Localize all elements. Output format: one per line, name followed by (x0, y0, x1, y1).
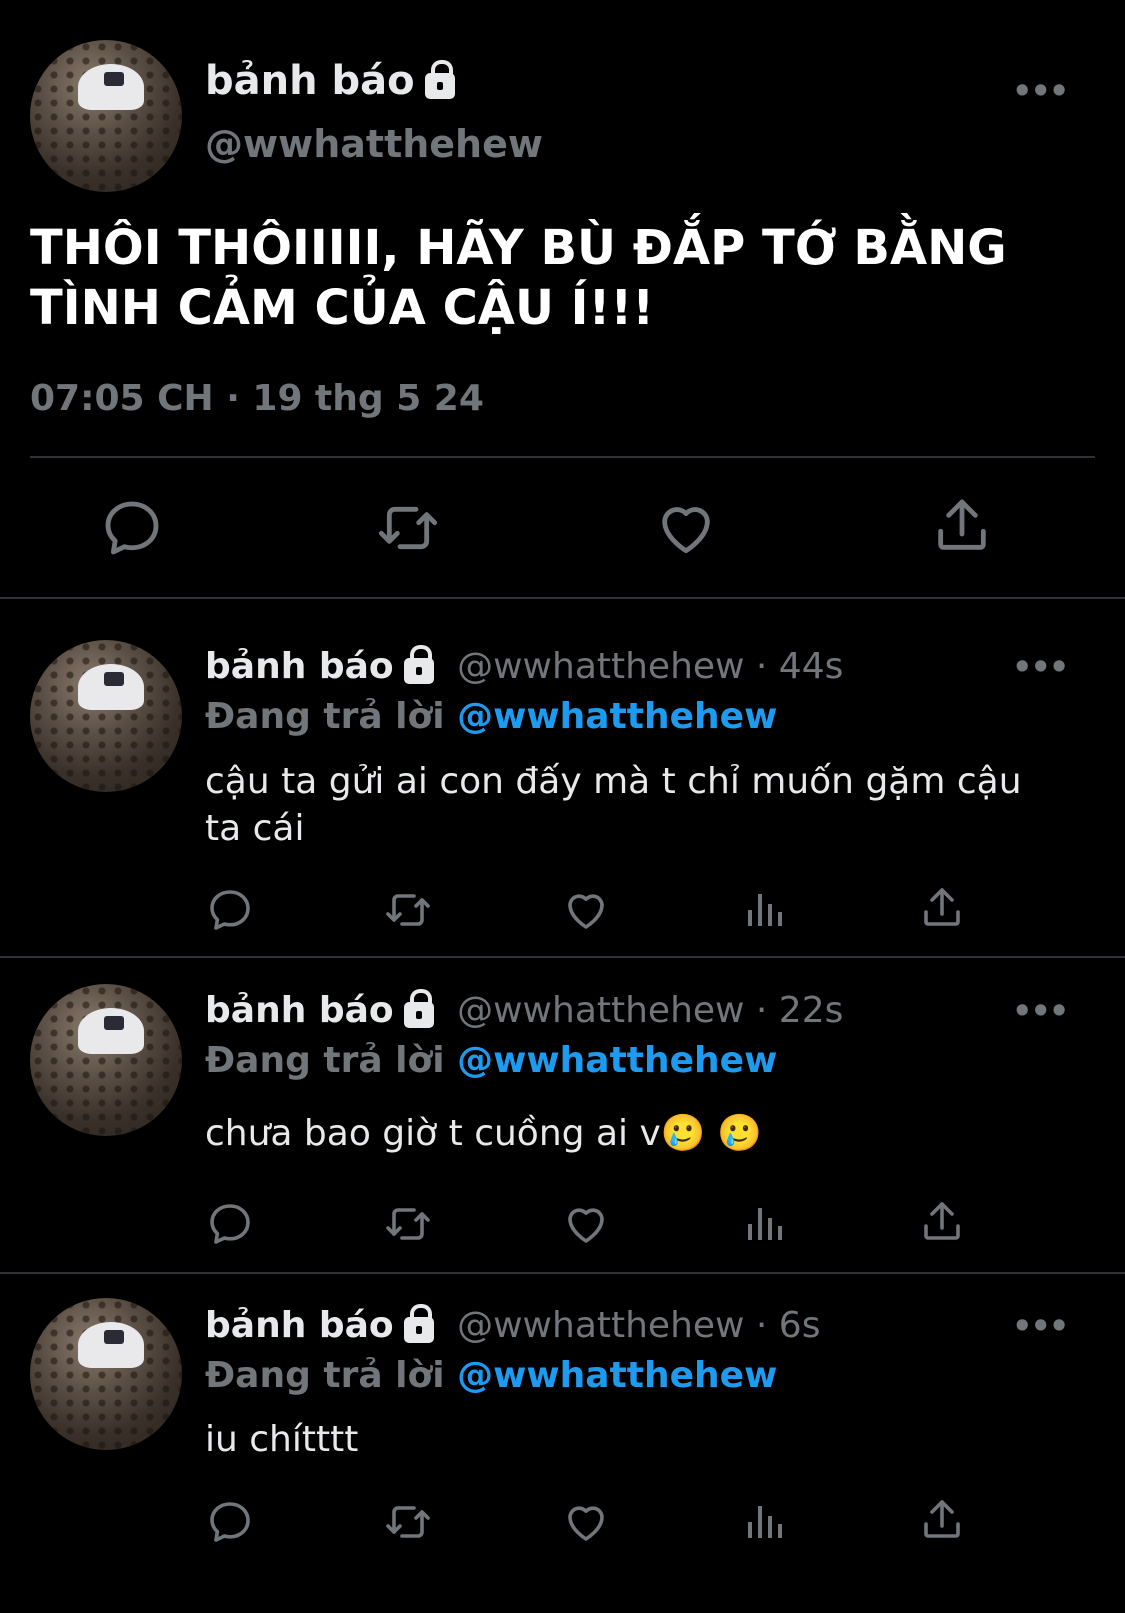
share-icon[interactable] (918, 1496, 966, 1544)
replying-to: Đang trả lời @wwhatthehew (205, 1040, 778, 1081)
more-icon[interactable]: ••• (1012, 1307, 1069, 1345)
divider (0, 1272, 1125, 1274)
analytics-icon[interactable] (740, 886, 788, 934)
tweet-text: cậu ta gửi ai con đấy mà t chỉ muốn gặm … (205, 761, 1022, 849)
retweet-icon[interactable] (382, 1498, 434, 1546)
avatar[interactable] (30, 40, 182, 192)
lock-icon (424, 60, 455, 99)
analytics-icon[interactable] (740, 1498, 788, 1546)
reply-icon[interactable] (206, 886, 254, 934)
avatar[interactable] (30, 984, 182, 1136)
like-icon[interactable] (562, 1498, 610, 1546)
handle[interactable]: @wwhatthehew (205, 122, 543, 166)
display-name[interactable]: bảnh báo (205, 1305, 394, 1346)
tweet-text: THÔI THÔIIIII, HÃY BÙ ĐẮP TỚ BẰNG TÌNH C… (30, 220, 1007, 336)
mention-link[interactable]: @wwhatthehew (457, 1040, 777, 1081)
mention-link[interactable]: @wwhatthehew (457, 696, 777, 737)
handle-time[interactable]: @wwhatthehew · 22s (457, 990, 843, 1031)
replying-to: Đang trả lời @wwhatthehew (205, 1355, 778, 1396)
analytics-icon[interactable] (740, 1200, 788, 1248)
retweet-icon[interactable] (382, 1200, 434, 1248)
reply-icon[interactable] (206, 1200, 254, 1248)
more-icon[interactable]: ••• (1012, 992, 1069, 1030)
tweet-text: iu chítttt (205, 1419, 359, 1460)
like-icon[interactable] (562, 886, 610, 934)
retweet-icon[interactable] (382, 886, 434, 934)
reply-icon[interactable] (100, 496, 164, 560)
mention-link[interactable]: @wwhatthehew (457, 1355, 777, 1396)
divider (0, 956, 1125, 958)
timestamp[interactable]: 07:05 CH · 19 thg 5 24 (30, 378, 484, 419)
handle-time[interactable]: @wwhatthehew · 6s (457, 1305, 820, 1346)
more-icon[interactable]: ••• (1012, 72, 1069, 110)
tweet-header: bảnh báo @wwhatthehew · 22s (205, 989, 843, 1031)
tweet-text: chưa bao giờ t cuồng ai v🥲 🥲 (205, 1113, 762, 1154)
display-name[interactable]: bảnh báo (205, 990, 394, 1031)
replying-to: Đang trả lời @wwhatthehew (205, 696, 778, 737)
share-icon[interactable] (918, 884, 966, 932)
divider (0, 597, 1125, 599)
divider (30, 456, 1095, 458)
display-name[interactable]: bảnh báo (205, 58, 455, 104)
avatar[interactable] (30, 640, 182, 792)
share-icon[interactable] (930, 494, 994, 558)
avatar[interactable] (30, 1298, 182, 1450)
lock-icon (403, 1304, 434, 1343)
lock-icon (403, 989, 434, 1028)
like-icon[interactable] (654, 496, 718, 560)
handle-time[interactable]: @wwhatthehew · 44s (457, 646, 843, 687)
share-icon[interactable] (918, 1198, 966, 1246)
display-name[interactable]: bảnh báo (205, 646, 394, 687)
lock-icon (403, 645, 434, 684)
like-icon[interactable] (562, 1200, 610, 1248)
tweet-header: bảnh báo @wwhatthehew · 6s (205, 1304, 820, 1346)
retweet-icon[interactable] (374, 496, 442, 560)
reply-icon[interactable] (206, 1498, 254, 1546)
more-icon[interactable]: ••• (1012, 648, 1069, 686)
tweet-header: bảnh báo @wwhatthehew · 44s (205, 645, 843, 687)
